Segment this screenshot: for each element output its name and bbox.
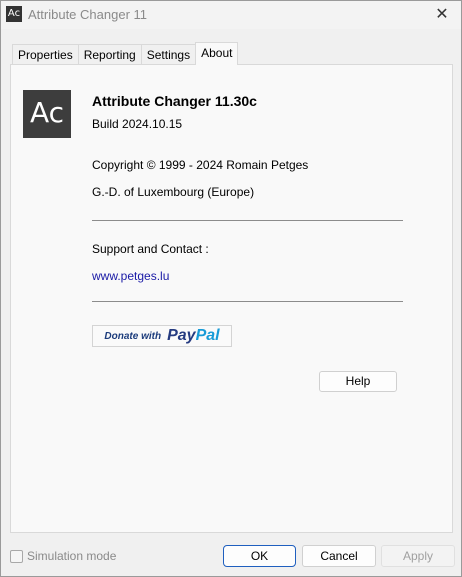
help-button[interactable]: Help <box>319 371 397 392</box>
paypal-logo: PayPal <box>167 327 220 344</box>
build-number: Build 2024.10.15 <box>92 117 183 131</box>
paypal-donate-button[interactable]: Donate with PayPal <box>92 325 232 347</box>
app-icon: Ac <box>6 6 22 22</box>
checkbox-box[interactable] <box>10 549 23 563</box>
donate-label: Donate with <box>104 330 162 342</box>
divider <box>92 220 403 221</box>
tab-reporting[interactable]: Reporting <box>77 44 142 65</box>
cancel-button[interactable]: Cancel <box>302 545 376 567</box>
ok-button[interactable]: OK <box>223 545 296 567</box>
apply-button[interactable]: Apply <box>381 545 455 567</box>
about-panel: Ac Attribute Changer 11.30c Build 2024.1… <box>10 64 453 533</box>
title-bar: Ac Attribute Changer 11 ✕ <box>1 1 461 29</box>
close-icon[interactable]: ✕ <box>431 4 453 26</box>
tab-strip: Properties Reporting Settings About <box>12 42 239 65</box>
dialog-window: Ac Attribute Changer 11 ✕ Properties Rep… <box>0 0 462 577</box>
app-logo: Ac <box>23 90 71 138</box>
copyright-text: Copyright © 1999 - 2024 Romain Petges <box>92 158 309 172</box>
tab-settings[interactable]: Settings <box>140 44 197 65</box>
website-link[interactable]: www.petges.lu <box>92 269 169 283</box>
simulation-mode-label: Simulation mode <box>27 549 117 563</box>
divider <box>92 301 403 302</box>
simulation-mode-checkbox[interactable]: Simulation mode <box>10 549 116 563</box>
tab-about[interactable]: About <box>195 42 239 65</box>
app-name: Attribute Changer 11.30c <box>92 93 257 109</box>
support-label: Support and Contact : <box>92 242 209 256</box>
country-text: G.-D. of Luxembourg (Europe) <box>92 185 255 199</box>
tab-properties[interactable]: Properties <box>12 44 79 65</box>
window-title: Attribute Changer 11 <box>28 7 147 22</box>
